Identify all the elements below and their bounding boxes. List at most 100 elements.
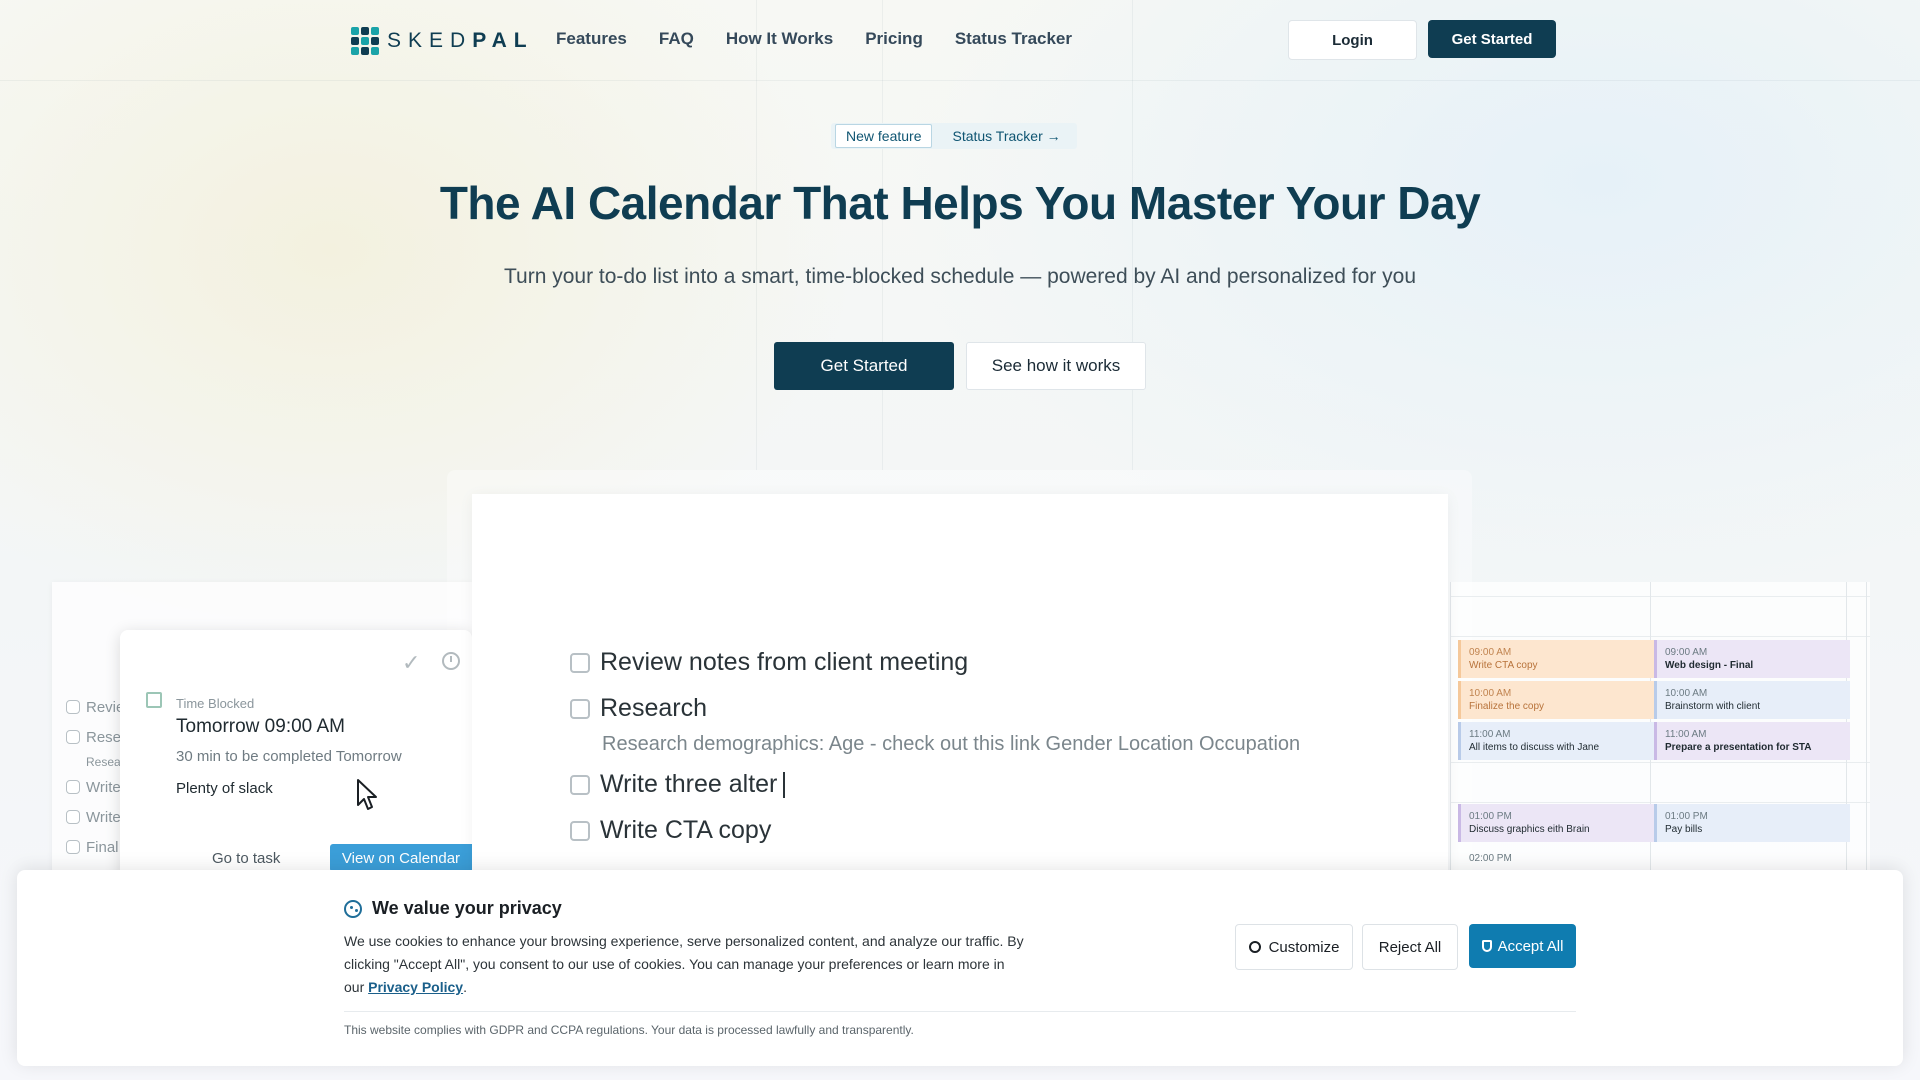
task-item[interactable]: Write CTA copy bbox=[570, 816, 771, 845]
task-label[interactable]: Research bbox=[600, 694, 707, 723]
mouse-cursor-icon bbox=[357, 779, 377, 810]
list-item[interactable]: Write bbox=[66, 802, 124, 832]
task-checkbox[interactable] bbox=[570, 820, 590, 841]
go-to-task-button[interactable]: Go to task bbox=[212, 850, 280, 867]
nav-pricing[interactable]: Pricing bbox=[865, 29, 923, 49]
customize-button[interactable]: Customize bbox=[1235, 924, 1353, 970]
task-checkbox[interactable] bbox=[570, 774, 590, 795]
cookie-icon bbox=[344, 899, 362, 918]
event-time: 11:00 AM bbox=[1469, 729, 1511, 740]
scheduled-time: Tomorrow 09:00 AM bbox=[176, 716, 345, 737]
event-time: 02:00 PM bbox=[1469, 853, 1512, 864]
checkbox[interactable] bbox=[66, 700, 80, 714]
list-item-label: Revie bbox=[86, 698, 125, 716]
checkbox[interactable] bbox=[66, 780, 80, 794]
check-icon[interactable]: ✓ bbox=[402, 650, 420, 676]
gear-icon bbox=[1248, 941, 1261, 953]
logo-text: SKEDPAL bbox=[387, 29, 534, 53]
event-time: 01:00 PM bbox=[1469, 811, 1512, 822]
grid-line bbox=[0, 80, 1920, 81]
calendar-event[interactable]: 01:00 PM Pay bills bbox=[1654, 804, 1850, 842]
calendar-row-line bbox=[1450, 802, 1870, 803]
task-label[interactable]: Write CTA copy bbox=[600, 816, 771, 845]
list-item[interactable]: Final bbox=[66, 832, 124, 862]
task-item[interactable]: Write three alter bbox=[570, 770, 786, 799]
cookie-title: We value your privacy bbox=[344, 898, 562, 919]
login-button[interactable]: Login bbox=[1288, 20, 1417, 60]
grid-line bbox=[756, 0, 757, 470]
cookie-divider bbox=[344, 1011, 1576, 1012]
checkbox[interactable] bbox=[66, 840, 80, 854]
event-time: 10:00 AM bbox=[1665, 688, 1708, 699]
accept-all-label: Accept All bbox=[1497, 937, 1564, 955]
nav-features[interactable]: Features bbox=[556, 29, 627, 49]
list-item[interactable]: Rese bbox=[66, 722, 124, 752]
hero-subtitle: Turn your to-do list into a smart, time-… bbox=[503, 265, 1416, 288]
calendar-icon bbox=[146, 692, 162, 708]
task-checkbox[interactable] bbox=[570, 652, 590, 673]
calendar-event[interactable]: 10:00 AM Brainstorm with client bbox=[1654, 681, 1850, 719]
text-caret bbox=[783, 772, 786, 799]
event-name: Discuss graphics eith Brain bbox=[1469, 824, 1590, 835]
task-label: Write three alter bbox=[600, 770, 778, 798]
calendar-event[interactable]: 11:00 AM All items to discuss with Jane bbox=[1458, 722, 1654, 760]
customize-label: Customize bbox=[1268, 938, 1340, 956]
calendar-event[interactable]: 09:00 AM Web design - Final bbox=[1654, 640, 1850, 678]
calendar-row-line bbox=[1450, 596, 1870, 597]
list-item-label: Write bbox=[86, 778, 121, 796]
task-label-editing[interactable]: Write three alter bbox=[600, 770, 786, 799]
calendar-col-line bbox=[1866, 582, 1867, 902]
calendar-event[interactable]: 02:00 PM bbox=[1458, 846, 1654, 871]
logo-text-light: SKED bbox=[387, 29, 473, 52]
main-nav: Features FAQ How It Works Pricing Status… bbox=[556, 29, 1104, 49]
calendar-row-line bbox=[1450, 762, 1870, 763]
shield-icon bbox=[1481, 940, 1492, 952]
calendar-event[interactable]: 01:00 PM Discuss graphics eith Brain bbox=[1458, 804, 1654, 842]
hero-title: The AI Calendar That Helps You Master Yo… bbox=[439, 177, 1481, 229]
task-checkbox[interactable] bbox=[570, 698, 590, 719]
list-item[interactable]: Write bbox=[66, 772, 124, 802]
calendar-event[interactable]: 09:00 AM Write CTA copy bbox=[1458, 640, 1654, 678]
list-item-label: Write bbox=[86, 808, 121, 826]
view-on-calendar-button[interactable]: View on Calendar bbox=[330, 844, 472, 872]
event-name: All items to discuss with Jane bbox=[1469, 742, 1600, 753]
time-blocked-label: Time Blocked bbox=[176, 696, 255, 711]
task-item[interactable]: Research bbox=[570, 694, 707, 723]
get-started-nav-button[interactable]: Get Started bbox=[1428, 20, 1556, 58]
clock-icon[interactable] bbox=[442, 652, 460, 670]
privacy-policy-link[interactable]: Privacy Policy bbox=[368, 979, 463, 995]
left-task-list: Revie Rese Resea Write Write Final bbox=[66, 692, 124, 862]
task-note[interactable]: Research demographics: Age - check out t… bbox=[602, 733, 1300, 756]
new-feature-label: New feature bbox=[835, 124, 933, 148]
logo-icon bbox=[351, 27, 379, 55]
event-name: Finalize the copy bbox=[1469, 701, 1545, 712]
checkbox[interactable] bbox=[66, 810, 80, 824]
nav-faq[interactable]: FAQ bbox=[659, 29, 694, 49]
calendar-event[interactable]: 11:00 AM Prepare a presentation for STA bbox=[1654, 722, 1850, 760]
list-item-note: Resea bbox=[66, 752, 124, 772]
logo-text-bold: PAL bbox=[472, 29, 534, 52]
cookie-description: We use cookies to enhance your browsing … bbox=[344, 933, 1024, 995]
accept-all-button[interactable]: Accept All bbox=[1469, 924, 1576, 968]
task-label[interactable]: Review notes from client meeting bbox=[600, 648, 968, 677]
event-name: Web design - Final bbox=[1665, 660, 1754, 671]
list-item-label: Rese bbox=[86, 728, 122, 746]
slack-status: Plenty of slack bbox=[176, 780, 273, 797]
nav-status-tracker[interactable]: Status Tracker bbox=[955, 29, 1072, 49]
see-how-it-works-button[interactable]: See how it works bbox=[966, 342, 1146, 390]
status-tracker-link[interactable]: Status Tracker → bbox=[932, 128, 1072, 144]
grid-line bbox=[1132, 0, 1133, 470]
duration-text: 30 min to be completed Tomorrow bbox=[176, 748, 402, 765]
reject-all-button[interactable]: Reject All bbox=[1362, 924, 1458, 970]
nav-how-it-works[interactable]: How It Works bbox=[726, 29, 833, 49]
event-name: Prepare a presentation for STA bbox=[1665, 742, 1812, 753]
task-item[interactable]: Review notes from client meeting bbox=[570, 648, 968, 677]
checkbox[interactable] bbox=[66, 730, 80, 744]
list-item[interactable]: Revie bbox=[66, 692, 124, 722]
new-feature-badge[interactable]: New feature Status Tracker → bbox=[831, 123, 1077, 149]
event-time: 09:00 AM bbox=[1665, 647, 1708, 658]
calendar-event[interactable]: 10:00 AM Finalize the copy bbox=[1458, 681, 1654, 719]
logo[interactable]: SKEDPAL bbox=[351, 27, 534, 55]
get-started-button[interactable]: Get Started bbox=[774, 342, 954, 390]
event-time: 10:00 AM bbox=[1469, 688, 1512, 699]
